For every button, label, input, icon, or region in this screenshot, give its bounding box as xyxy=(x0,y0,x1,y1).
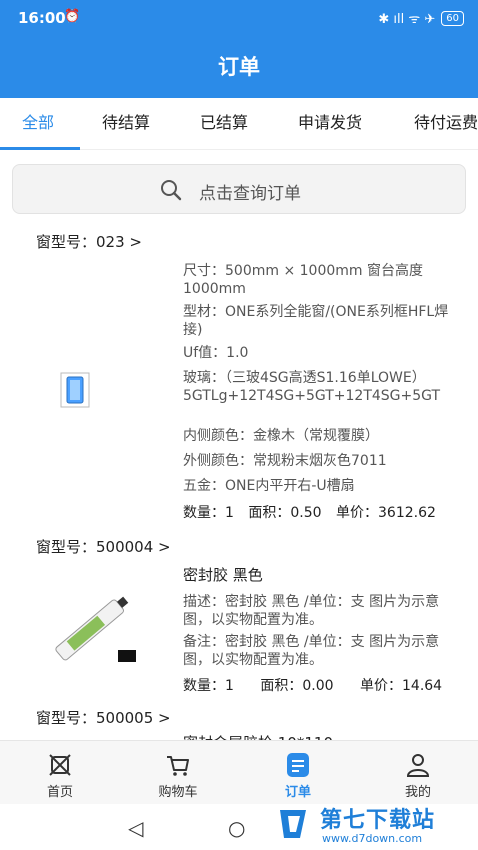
watermark: 第七下载站 www.d7down.com xyxy=(276,802,472,848)
order-detail-inner-color: 内侧颜色：金橡木（常规覆膜） xyxy=(183,428,379,444)
nav-label: 购物车 xyxy=(158,785,198,800)
watermark-logo-icon xyxy=(280,810,306,838)
nav-profile[interactable]: 我的 xyxy=(378,741,458,805)
order-title[interactable]: 窗型号：500004 > xyxy=(36,536,171,557)
unit-price: 单价：3612.62 xyxy=(336,505,436,521)
signal-icons: ✱ ıll ᯤ ✈ xyxy=(378,12,436,27)
status-icons: ✱ ıll ᯤ ✈ 60 xyxy=(378,9,464,27)
page-title: 订单 xyxy=(218,55,260,79)
home-button-icon[interactable]: ○ xyxy=(228,816,245,840)
nav-label: 首页 xyxy=(46,785,73,800)
order-detail-size: 尺寸：500mm × 1000mm 窗台高度1000mm xyxy=(183,263,423,297)
tab-pending-settlement[interactable]: 待结算 xyxy=(102,98,150,149)
nav-orders[interactable]: 订单 xyxy=(258,741,338,805)
cart-icon xyxy=(167,756,189,776)
title-bar: 订单 xyxy=(0,36,478,98)
nav-label: 我的 xyxy=(404,785,431,800)
quantity: 数量：1 xyxy=(183,505,234,521)
status-time: 16:00 xyxy=(18,9,66,27)
order-title[interactable]: 窗型号：023 > xyxy=(36,231,142,252)
status-bar: 16:00 ⏰ ✱ ıll ᯤ ✈ 60 xyxy=(0,0,478,36)
quantity: 数量：1 xyxy=(183,678,234,694)
tab-settled[interactable]: 已结算 xyxy=(200,98,248,149)
back-icon[interactable]: ◁ xyxy=(128,816,143,840)
product-remark: 备注：密封胶 黑色 /单位：支 图片为示意图，以实物配置为准。 xyxy=(183,634,440,668)
order-detail-uf: Uf值：1.0 xyxy=(183,345,249,361)
window-thumbnail xyxy=(60,372,90,408)
search-placeholder: 点击查询订单 xyxy=(199,184,301,204)
battery-icon: 60 xyxy=(441,10,464,26)
nav-cart[interactable]: 购物车 xyxy=(138,741,218,805)
watermark-url: www.d7down.com xyxy=(322,832,423,845)
nav-home[interactable]: 首页 xyxy=(20,741,100,805)
tab-all[interactable]: 全部 xyxy=(22,98,54,149)
unit-price: 单价：14.64 xyxy=(360,678,443,694)
area: 面积：0.50 xyxy=(248,505,322,521)
order-tabs: 全部 待结算 已结算 申请发货 待付运费 xyxy=(0,98,478,150)
order-detail-outer-color: 外侧颜色：常规粉末烟灰色7011 xyxy=(183,453,387,469)
home-icon xyxy=(49,754,71,776)
product-description: 描述：密封胶 黑色 /单位：支 图片为示意图，以实物配置为准。 xyxy=(183,594,440,628)
order-detail-hardware: 五金：ONE内平开右-U槽扇 xyxy=(183,478,355,494)
alarm-icon: ⏰ xyxy=(64,9,81,24)
order-detail-glass: 玻璃：（三玻4SG高透S1.16单LOWE）5GTLg+12T4SG+5GT+1… xyxy=(183,370,441,404)
order-title[interactable]: 窗型号：500005 > xyxy=(36,707,171,728)
search-bar[interactable]: 点击查询订单 xyxy=(12,164,466,214)
tab-underline xyxy=(0,147,80,150)
order-summary: 数量：1 面积：0.50 单价：3612.62 xyxy=(183,502,446,522)
order-icon xyxy=(287,753,309,777)
order-summary: 数量：1 面积：0.00 单价：14.64 xyxy=(183,675,452,695)
nav-label: 订单 xyxy=(284,785,311,800)
watermark-title: 第七下载站 xyxy=(320,808,436,833)
search-icon xyxy=(161,180,182,201)
tab-pending-freight[interactable]: 待付运费 xyxy=(414,98,478,149)
user-icon xyxy=(406,754,430,777)
sealant-thumbnail xyxy=(55,596,136,662)
bottom-nav: 首页 购物车 订单 我的 xyxy=(0,740,478,804)
order-detail-profile: 型材：ONE系列全能窗/(ONE系列框HFL焊接) xyxy=(183,304,449,338)
product-name: 密封胶 黑色 xyxy=(183,566,263,584)
area: 面积：0.00 xyxy=(260,678,334,694)
tab-apply-shipping[interactable]: 申请发货 xyxy=(298,98,362,149)
